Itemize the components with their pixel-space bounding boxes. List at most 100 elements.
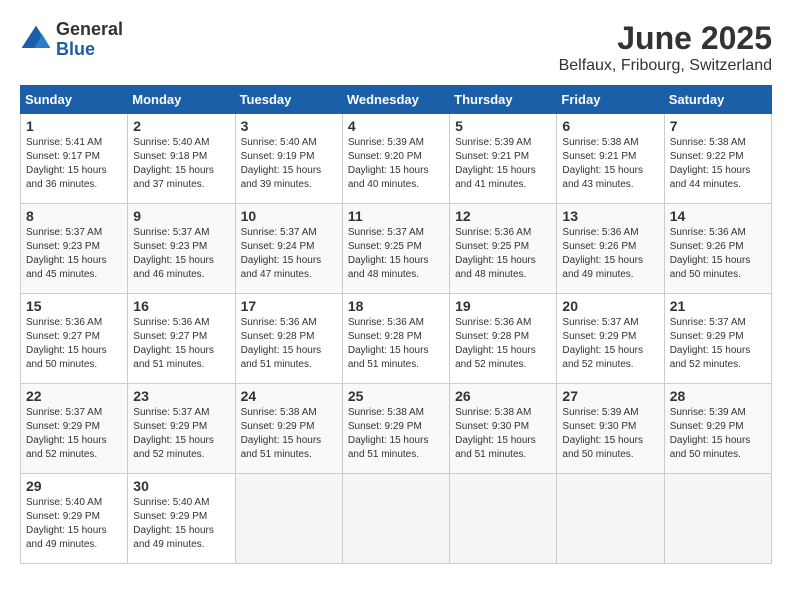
calendar-cell: 14 Sunrise: 5:36 AM Sunset: 9:26 PM Dayli… xyxy=(664,204,771,294)
day-number: 9 xyxy=(133,208,229,224)
calendar-cell: 1Sunrise: 5:41 AM Sunset: 9:17 PM Daylig… xyxy=(21,114,128,204)
calendar-cell: 17 Sunrise: 5:36 AM Sunset: 9:28 PM Dayli… xyxy=(235,294,342,384)
header-tuesday: Tuesday xyxy=(235,86,342,114)
day-info: Sunrise: 5:37 AM Sunset: 9:29 PM Dayligh… xyxy=(670,316,766,372)
day-info: Sunrise: 5:38 AM Sunset: 9:22 PM Dayligh… xyxy=(670,136,766,192)
header-monday: Monday xyxy=(128,86,235,114)
calendar-cell: 28 Sunrise: 5:39 AM Sunset: 9:29 PM Dayli… xyxy=(664,384,771,474)
day-info: Sunrise: 5:36 AM Sunset: 9:26 PM Dayligh… xyxy=(670,226,766,282)
calendar-cell: 5Sunrise: 5:39 AM Sunset: 9:21 PM Daylig… xyxy=(450,114,557,204)
day-number: 3 xyxy=(241,118,337,134)
calendar-week-row: 29 Sunrise: 5:40 AM Sunset: 9:29 PM Dayli… xyxy=(21,474,772,564)
day-info: Sunrise: 5:39 AM Sunset: 9:30 PM Dayligh… xyxy=(562,406,658,462)
calendar-cell xyxy=(342,474,449,564)
day-number: 24 xyxy=(241,388,337,404)
day-number: 10 xyxy=(241,208,337,224)
calendar-cell xyxy=(557,474,664,564)
day-info: Sunrise: 5:36 AM Sunset: 9:25 PM Dayligh… xyxy=(455,226,551,282)
calendar-cell: 25Sunrise: 5:38 AM Sunset: 9:29 PM Dayli… xyxy=(342,384,449,474)
day-number: 23 xyxy=(133,388,229,404)
calendar-cell: 30 Sunrise: 5:40 AM Sunset: 9:29 PM Dayli… xyxy=(128,474,235,564)
day-number: 17 xyxy=(241,298,337,314)
day-info: Sunrise: 5:39 AM Sunset: 9:21 PM Dayligh… xyxy=(455,136,551,192)
day-info: Sunrise: 5:36 AM Sunset: 9:27 PM Dayligh… xyxy=(26,316,122,372)
day-info: Sunrise: 5:40 AM Sunset: 9:19 PM Dayligh… xyxy=(241,136,337,192)
calendar-week-row: 1Sunrise: 5:41 AM Sunset: 9:17 PM Daylig… xyxy=(21,114,772,204)
calendar-cell: 23 Sunrise: 5:37 AM Sunset: 9:29 PM Dayli… xyxy=(128,384,235,474)
day-info: Sunrise: 5:38 AM Sunset: 9:21 PM Dayligh… xyxy=(562,136,658,192)
day-info: Sunrise: 5:37 AM Sunset: 9:29 PM Dayligh… xyxy=(133,406,229,462)
calendar-cell: 7 Sunrise: 5:38 AM Sunset: 9:22 PM Daylig… xyxy=(664,114,771,204)
day-number: 21 xyxy=(670,298,766,314)
day-info: Sunrise: 5:36 AM Sunset: 9:28 PM Dayligh… xyxy=(241,316,337,372)
logo-icon xyxy=(20,24,52,56)
calendar-cell: 10 Sunrise: 5:37 AM Sunset: 9:24 PM Dayli… xyxy=(235,204,342,294)
day-info: Sunrise: 5:37 AM Sunset: 9:23 PM Dayligh… xyxy=(133,226,229,282)
calendar-cell: 4Sunrise: 5:39 AM Sunset: 9:20 PM Daylig… xyxy=(342,114,449,204)
day-info: Sunrise: 5:36 AM Sunset: 9:28 PM Dayligh… xyxy=(455,316,551,372)
calendar-cell: 18 Sunrise: 5:36 AM Sunset: 9:28 PM Dayli… xyxy=(342,294,449,384)
calendar-week-row: 8Sunrise: 5:37 AM Sunset: 9:23 PM Daylig… xyxy=(21,204,772,294)
calendar-cell: 2 Sunrise: 5:40 AM Sunset: 9:18 PM Daylig… xyxy=(128,114,235,204)
day-info: Sunrise: 5:40 AM Sunset: 9:29 PM Dayligh… xyxy=(26,496,122,552)
calendar-cell: 22 Sunrise: 5:37 AM Sunset: 9:29 PM Dayli… xyxy=(21,384,128,474)
day-number: 2 xyxy=(133,118,229,134)
calendar-cell: 29 Sunrise: 5:40 AM Sunset: 9:29 PM Dayli… xyxy=(21,474,128,564)
day-number: 14 xyxy=(670,208,766,224)
calendar-cell: 3 Sunrise: 5:40 AM Sunset: 9:19 PM Daylig… xyxy=(235,114,342,204)
day-info: Sunrise: 5:39 AM Sunset: 9:20 PM Dayligh… xyxy=(348,136,444,192)
day-number: 22 xyxy=(26,388,122,404)
calendar-cell: 13 Sunrise: 5:36 AM Sunset: 9:26 PM Dayli… xyxy=(557,204,664,294)
calendar-cell: 8Sunrise: 5:37 AM Sunset: 9:23 PM Daylig… xyxy=(21,204,128,294)
logo-general-text: General xyxy=(56,20,123,40)
day-info: Sunrise: 5:38 AM Sunset: 9:30 PM Dayligh… xyxy=(455,406,551,462)
header-wednesday: Wednesday xyxy=(342,86,449,114)
calendar-cell: 16 Sunrise: 5:36 AM Sunset: 9:27 PM Dayli… xyxy=(128,294,235,384)
day-number: 30 xyxy=(133,478,229,494)
day-info: Sunrise: 5:39 AM Sunset: 9:29 PM Dayligh… xyxy=(670,406,766,462)
header-sunday: Sunday xyxy=(21,86,128,114)
day-number: 18 xyxy=(348,298,444,314)
calendar-table: SundayMondayTuesdayWednesdayThursdayFrid… xyxy=(20,85,772,564)
header-thursday: Thursday xyxy=(450,86,557,114)
calendar-cell: 20Sunrise: 5:37 AM Sunset: 9:29 PM Dayli… xyxy=(557,294,664,384)
logo: General Blue xyxy=(20,20,123,60)
calendar-cell: 6Sunrise: 5:38 AM Sunset: 9:21 PM Daylig… xyxy=(557,114,664,204)
calendar-week-row: 15 Sunrise: 5:36 AM Sunset: 9:27 PM Dayli… xyxy=(21,294,772,384)
calendar-cell: 9 Sunrise: 5:37 AM Sunset: 9:23 PM Daylig… xyxy=(128,204,235,294)
day-number: 26 xyxy=(455,388,551,404)
calendar-header-row: SundayMondayTuesdayWednesdayThursdayFrid… xyxy=(21,86,772,114)
calendar-cell: 15 Sunrise: 5:36 AM Sunset: 9:27 PM Dayli… xyxy=(21,294,128,384)
location-subtitle: Belfaux, Fribourg, Switzerland xyxy=(559,57,772,75)
day-info: Sunrise: 5:36 AM Sunset: 9:28 PM Dayligh… xyxy=(348,316,444,372)
day-number: 29 xyxy=(26,478,122,494)
day-info: Sunrise: 5:37 AM Sunset: 9:25 PM Dayligh… xyxy=(348,226,444,282)
day-info: Sunrise: 5:40 AM Sunset: 9:29 PM Dayligh… xyxy=(133,496,229,552)
day-info: Sunrise: 5:37 AM Sunset: 9:29 PM Dayligh… xyxy=(26,406,122,462)
day-number: 15 xyxy=(26,298,122,314)
day-info: Sunrise: 5:36 AM Sunset: 9:27 PM Dayligh… xyxy=(133,316,229,372)
day-number: 13 xyxy=(562,208,658,224)
calendar-cell xyxy=(235,474,342,564)
day-info: Sunrise: 5:37 AM Sunset: 9:24 PM Dayligh… xyxy=(241,226,337,282)
calendar-cell: 24 Sunrise: 5:38 AM Sunset: 9:29 PM Dayli… xyxy=(235,384,342,474)
month-title: June 2025 xyxy=(559,20,772,57)
day-info: Sunrise: 5:36 AM Sunset: 9:26 PM Dayligh… xyxy=(562,226,658,282)
day-number: 28 xyxy=(670,388,766,404)
day-info: Sunrise: 5:37 AM Sunset: 9:23 PM Dayligh… xyxy=(26,226,122,282)
day-info: Sunrise: 5:40 AM Sunset: 9:18 PM Dayligh… xyxy=(133,136,229,192)
day-number: 16 xyxy=(133,298,229,314)
day-number: 12 xyxy=(455,208,551,224)
day-number: 7 xyxy=(670,118,766,134)
day-info: Sunrise: 5:38 AM Sunset: 9:29 PM Dayligh… xyxy=(348,406,444,462)
day-number: 20 xyxy=(562,298,658,314)
calendar-cell xyxy=(450,474,557,564)
calendar-cell: 21 Sunrise: 5:37 AM Sunset: 9:29 PM Dayli… xyxy=(664,294,771,384)
day-info: Sunrise: 5:38 AM Sunset: 9:29 PM Dayligh… xyxy=(241,406,337,462)
day-number: 1 xyxy=(26,118,122,134)
calendar-cell xyxy=(664,474,771,564)
day-number: 11 xyxy=(348,208,444,224)
calendar-cell: 11 Sunrise: 5:37 AM Sunset: 9:25 PM Dayli… xyxy=(342,204,449,294)
calendar-cell: 27Sunrise: 5:39 AM Sunset: 9:30 PM Dayli… xyxy=(557,384,664,474)
calendar-week-row: 22 Sunrise: 5:37 AM Sunset: 9:29 PM Dayli… xyxy=(21,384,772,474)
